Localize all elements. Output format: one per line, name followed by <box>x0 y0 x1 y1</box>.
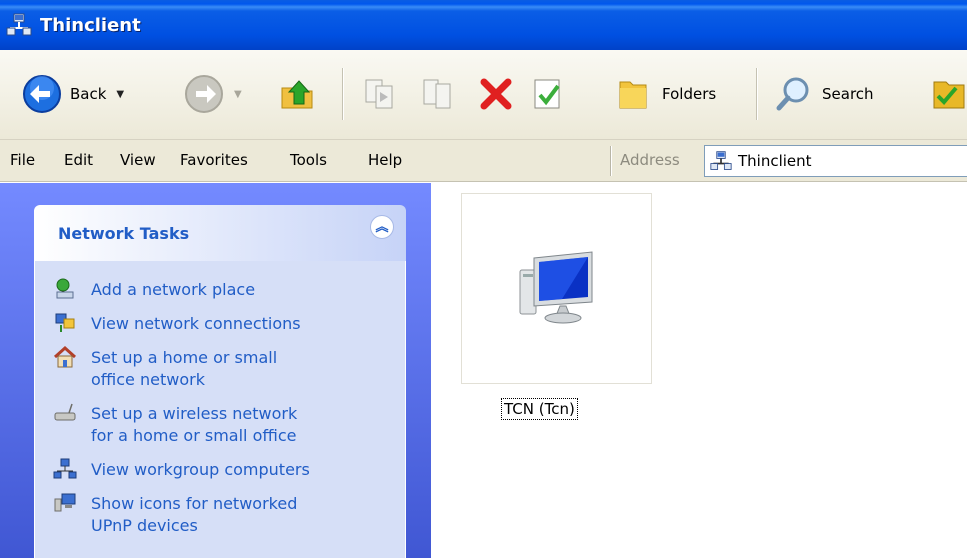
task-label: Add a network place <box>91 280 256 299</box>
network-tasks-list: Add a network place View network connect… <box>34 261 406 558</box>
properties-button[interactable] <box>528 72 568 116</box>
back-dropdown-icon[interactable]: ▼ <box>116 89 124 100</box>
toolbar-separator <box>756 68 757 120</box>
task-upnp-devices[interactable]: Show icons for networked UPnP devices <box>53 493 405 537</box>
menu-file[interactable]: File <box>10 151 35 169</box>
task-label: Set up a wireless network for a home or … <box>91 404 298 445</box>
network-tasks-panel: Network Tasks ︽ Add a network place View… <box>34 205 406 558</box>
forward-dropdown-icon[interactable]: ▼ <box>234 89 242 100</box>
search-icon <box>776 77 809 111</box>
network-connections-icon <box>55 313 75 332</box>
network-folder-icon <box>6 13 32 36</box>
address-separator <box>610 146 612 176</box>
collapse-chevron-icon[interactable]: ︽ <box>370 215 394 239</box>
task-workgroup-computers[interactable]: View workgroup computers <box>53 458 405 481</box>
toolbar: Back ▼ ▼ Folders Search <box>0 50 967 140</box>
task-label: View network connections <box>91 314 301 333</box>
back-button[interactable]: Back ▼ <box>22 72 124 116</box>
folder-options-icon <box>933 81 965 109</box>
delete-icon <box>480 78 512 110</box>
forward-arrow-icon <box>185 75 223 113</box>
properties-icon <box>534 79 560 109</box>
network-folder-icon <box>710 151 732 170</box>
network-tasks-header[interactable]: Network Tasks ︽ <box>34 205 406 261</box>
folders-label: Folders <box>662 85 717 103</box>
task-label: View workgroup computers <box>91 460 310 479</box>
move-to-button[interactable] <box>360 72 400 116</box>
folders-button[interactable]: Folders <box>614 72 716 116</box>
menu-view[interactable]: View <box>120 151 156 169</box>
address-bar[interactable]: Thinclient <box>704 145 967 177</box>
toolbar-separator <box>342 68 343 120</box>
menu-tools[interactable]: Tools <box>290 151 327 169</box>
wireless-network-icon <box>54 403 76 421</box>
menu-favorites[interactable]: Favorites <box>180 151 248 169</box>
search-button[interactable]: Search <box>774 72 874 116</box>
thumbnail-frame <box>461 193 652 384</box>
forward-button[interactable]: ▼ <box>184 72 242 116</box>
address-label: Address <box>620 151 680 169</box>
copy-to-icon <box>423 79 451 109</box>
title-bar: Thinclient <box>0 0 967 50</box>
copy-to-button[interactable] <box>418 72 458 116</box>
up-folder-icon <box>281 80 313 109</box>
task-wireless-network[interactable]: Set up a wireless network for a home or … <box>53 403 405 447</box>
task-label: Set up a home or small office network <box>91 348 278 389</box>
menu-edit[interactable]: Edit <box>64 151 93 169</box>
search-label: Search <box>822 85 874 103</box>
network-tasks-title: Network Tasks <box>58 224 190 243</box>
task-view-network-connections[interactable]: View network connections <box>53 313 405 335</box>
address-value[interactable]: Thinclient <box>738 152 812 170</box>
folder-options-button[interactable] <box>928 72 967 116</box>
menu-bar: File Edit View Favorites Tools Help Addr… <box>0 140 967 182</box>
task-label: Show icons for networked UPnP devices <box>91 494 298 535</box>
file-view: TCN (Tcn) <box>431 183 967 558</box>
menu-help[interactable]: Help <box>368 151 402 169</box>
move-to-icon <box>365 79 393 109</box>
computer-icon <box>519 250 592 323</box>
delete-button[interactable] <box>476 72 516 116</box>
add-network-place-icon <box>56 278 74 299</box>
back-arrow-icon <box>23 75 61 113</box>
task-add-network-place[interactable]: Add a network place <box>53 278 405 301</box>
window-title: Thinclient <box>40 14 141 36</box>
back-label: Back <box>70 85 107 103</box>
computer-item-label[interactable]: TCN (Tcn) <box>501 398 578 420</box>
task-pane: Network Tasks ︽ Add a network place View… <box>0 183 431 558</box>
folders-icon <box>619 81 647 109</box>
network-computer-item[interactable]: TCN (Tcn) <box>461 193 652 420</box>
task-home-network[interactable]: Set up a home or small office network <box>53 345 405 391</box>
home-network-icon <box>53 345 77 368</box>
workgroup-computers-icon <box>53 458 77 479</box>
upnp-devices-icon <box>54 493 76 512</box>
up-folder-button[interactable] <box>278 72 318 116</box>
